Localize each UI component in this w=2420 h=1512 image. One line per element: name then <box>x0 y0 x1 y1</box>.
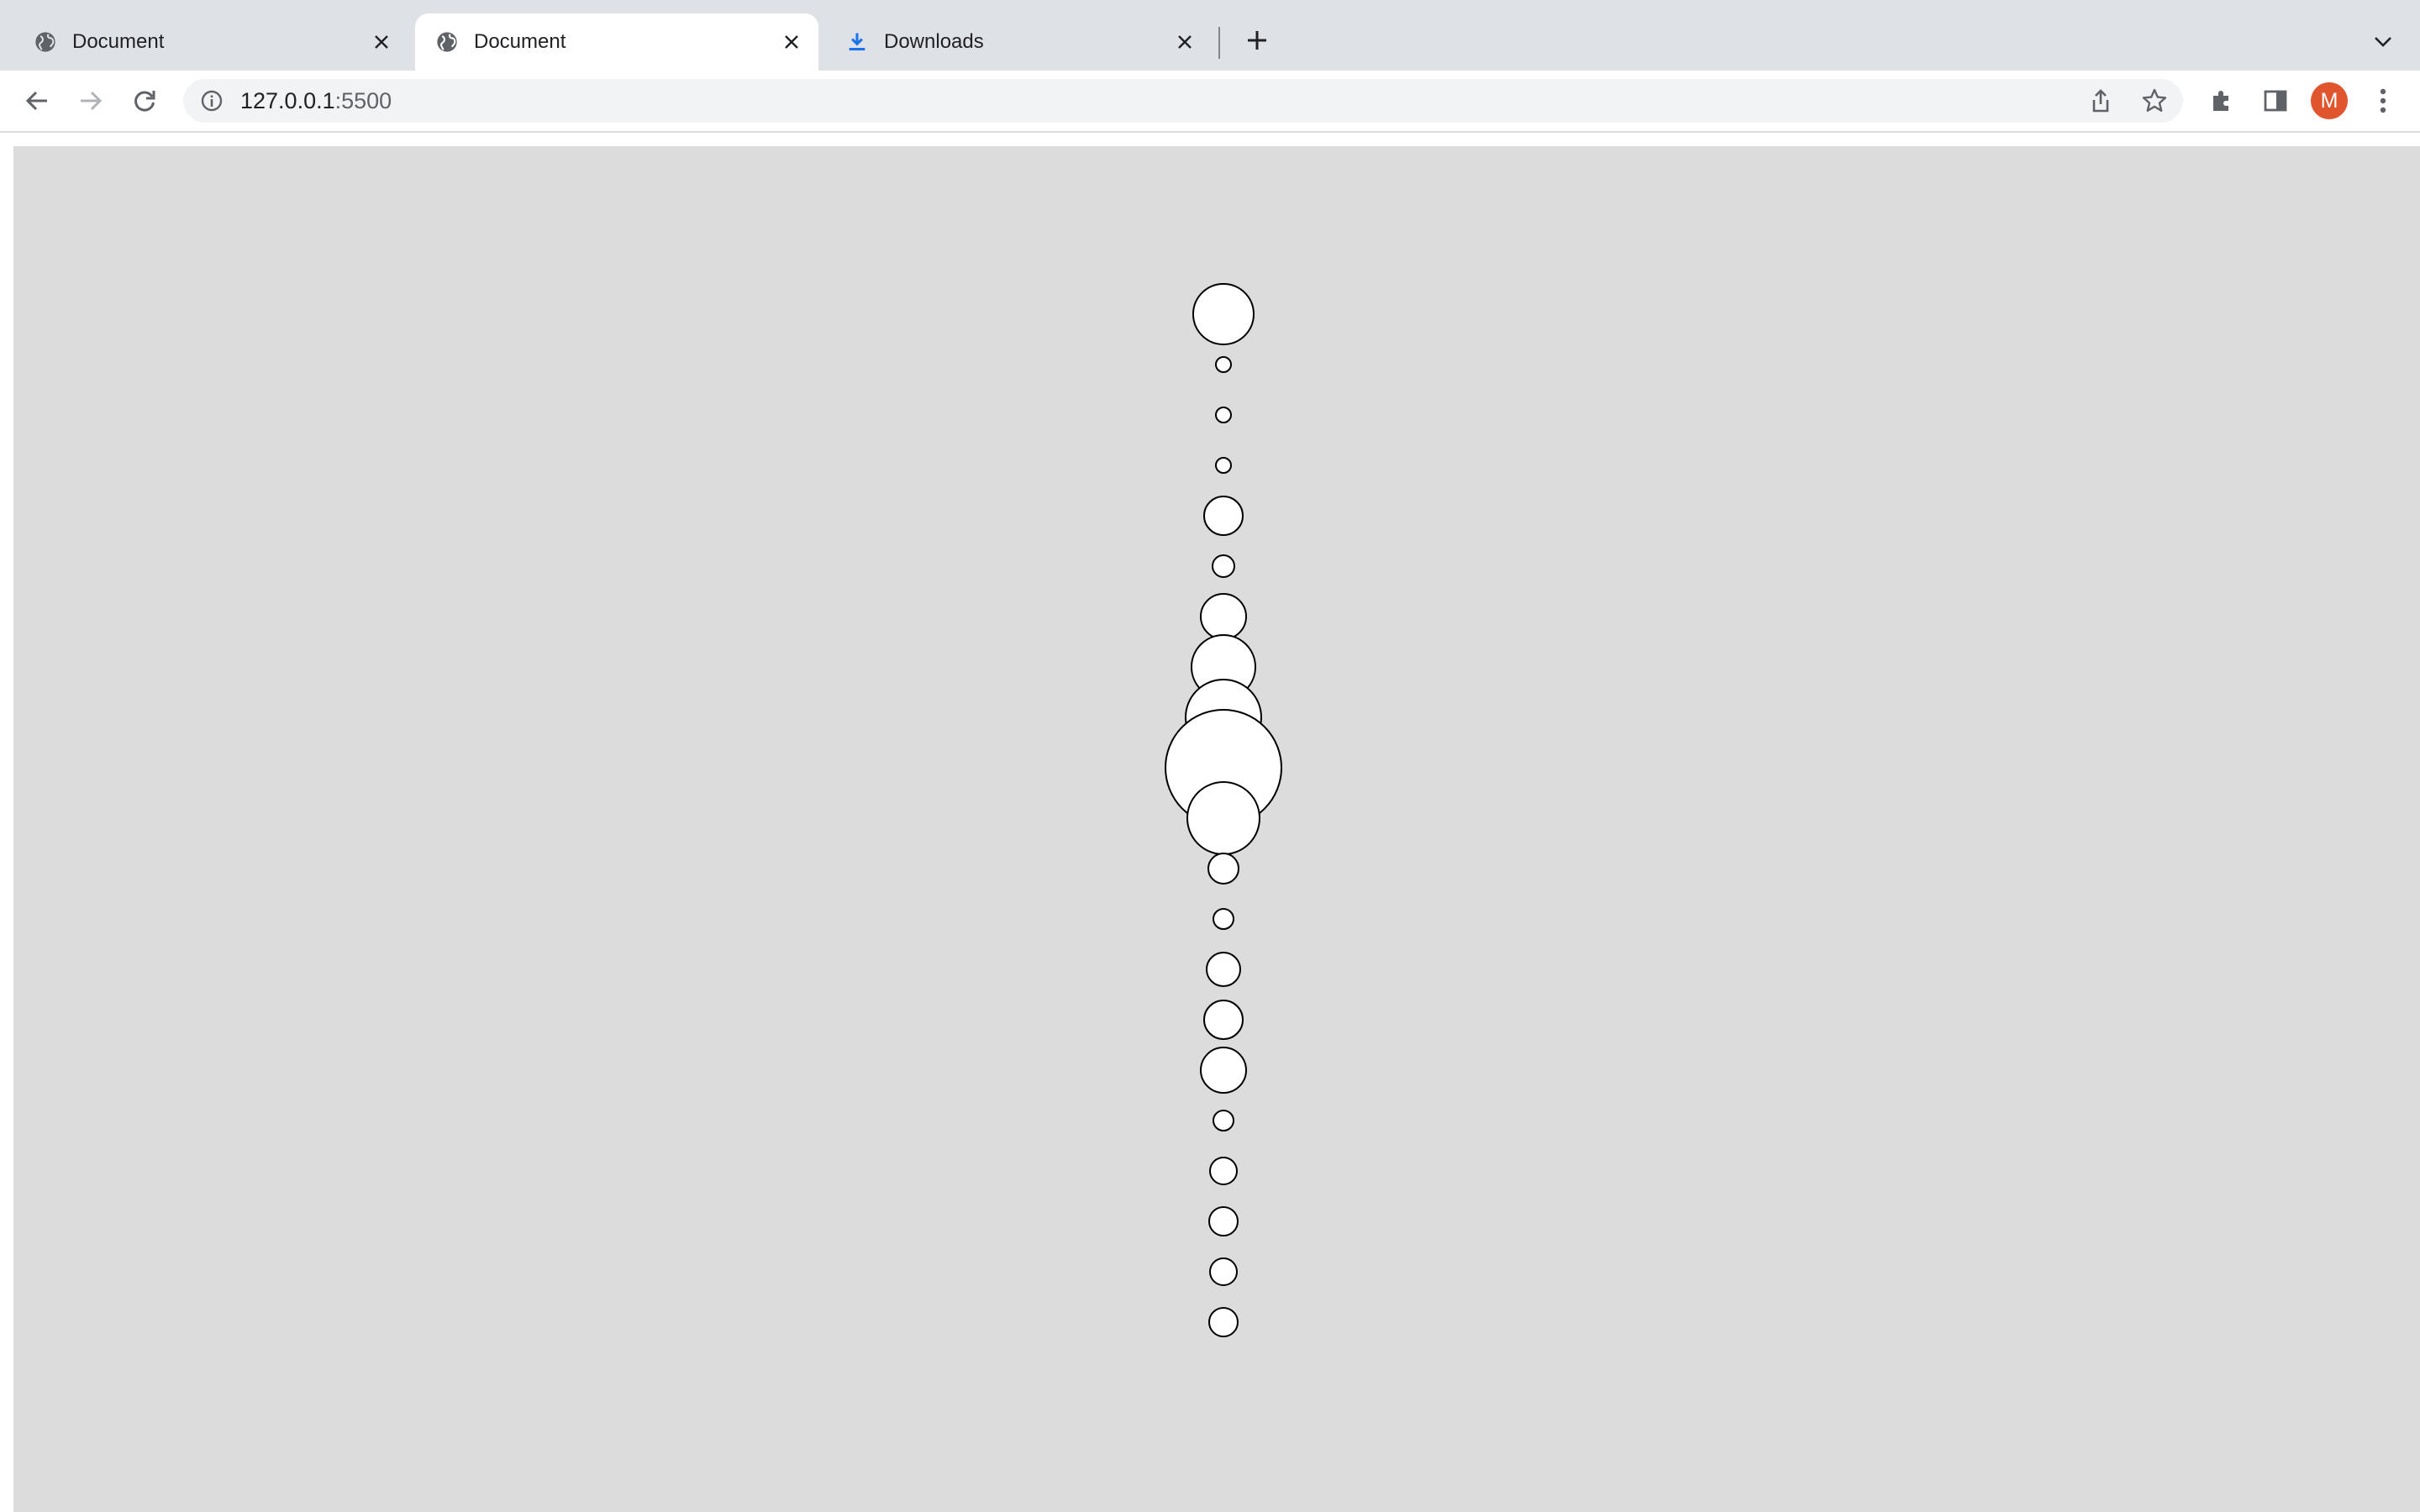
extensions-button[interactable] <box>2203 82 2240 119</box>
circle <box>1209 1257 1238 1286</box>
circle <box>1213 1110 1234 1131</box>
url-port: :5500 <box>334 87 392 113</box>
menu-button[interactable] <box>2365 82 2402 119</box>
back-button[interactable] <box>18 82 55 119</box>
new-tab-button[interactable] <box>1240 24 1274 57</box>
side-panel-button[interactable] <box>2257 82 2294 119</box>
tab-search-button[interactable] <box>2366 25 2400 59</box>
tab-separator <box>1218 27 1220 59</box>
tab-downloads[interactable]: Downloads <box>825 13 1212 71</box>
reload-button[interactable] <box>126 82 163 119</box>
tab-document-1[interactable]: Document <box>13 13 408 71</box>
circle <box>1212 554 1235 578</box>
page-viewport <box>0 133 2420 1512</box>
circle <box>1186 781 1260 855</box>
arrow-left-icon <box>25 91 47 111</box>
tab-title: Document <box>474 30 566 53</box>
circle-stack <box>1165 283 1282 1337</box>
close-icon[interactable] <box>365 25 398 59</box>
share-icon[interactable] <box>2084 84 2118 118</box>
toolbar: 127.0.0.1:5500 <box>0 71 2420 133</box>
close-icon[interactable] <box>775 25 808 59</box>
star-icon[interactable] <box>2138 84 2171 118</box>
circle <box>1215 407 1232 423</box>
circle <box>1192 283 1255 345</box>
forward-button[interactable] <box>72 82 109 119</box>
circle <box>1215 356 1232 373</box>
url-host: 127.0.0.1 <box>240 87 335 113</box>
circle <box>1203 496 1244 536</box>
plus-icon <box>1248 31 1266 50</box>
info-icon[interactable] <box>197 86 227 116</box>
chevron-down-icon <box>2375 37 2391 47</box>
circle <box>1200 593 1247 640</box>
reload-icon <box>134 91 155 112</box>
tab-strip: Document Document Downloads <box>0 0 2420 71</box>
tab-document-2[interactable]: Document <box>415 13 818 71</box>
circle <box>1203 1000 1244 1040</box>
tab-title: Document <box>72 30 165 53</box>
url-text: 127.0.0.1:5500 <box>240 88 2183 114</box>
browser-chrome: Document Document Downloads 127.0.0.1:55… <box>0 0 2420 146</box>
download-icon <box>844 29 871 55</box>
tab-title: Downloads <box>884 30 984 53</box>
profile-avatar[interactable]: M <box>2311 82 2348 119</box>
side-panel-icon <box>2264 90 2287 112</box>
circle <box>1209 1157 1238 1185</box>
close-icon[interactable] <box>1168 25 1202 59</box>
circle <box>1208 1206 1239 1236</box>
circle <box>1200 1047 1247 1094</box>
circle <box>1206 952 1241 987</box>
address-bar[interactable]: 127.0.0.1:5500 <box>183 79 2183 123</box>
arrow-right-icon <box>81 91 103 111</box>
circle <box>1208 1307 1239 1337</box>
page-canvas <box>13 146 2420 1512</box>
globe-icon <box>434 29 460 55</box>
circle <box>1207 853 1239 885</box>
more-vert-icon <box>2380 88 2386 113</box>
circle <box>1213 908 1234 930</box>
globe-icon <box>32 29 59 55</box>
puzzle-icon <box>2213 91 2228 111</box>
circle <box>1215 457 1232 474</box>
